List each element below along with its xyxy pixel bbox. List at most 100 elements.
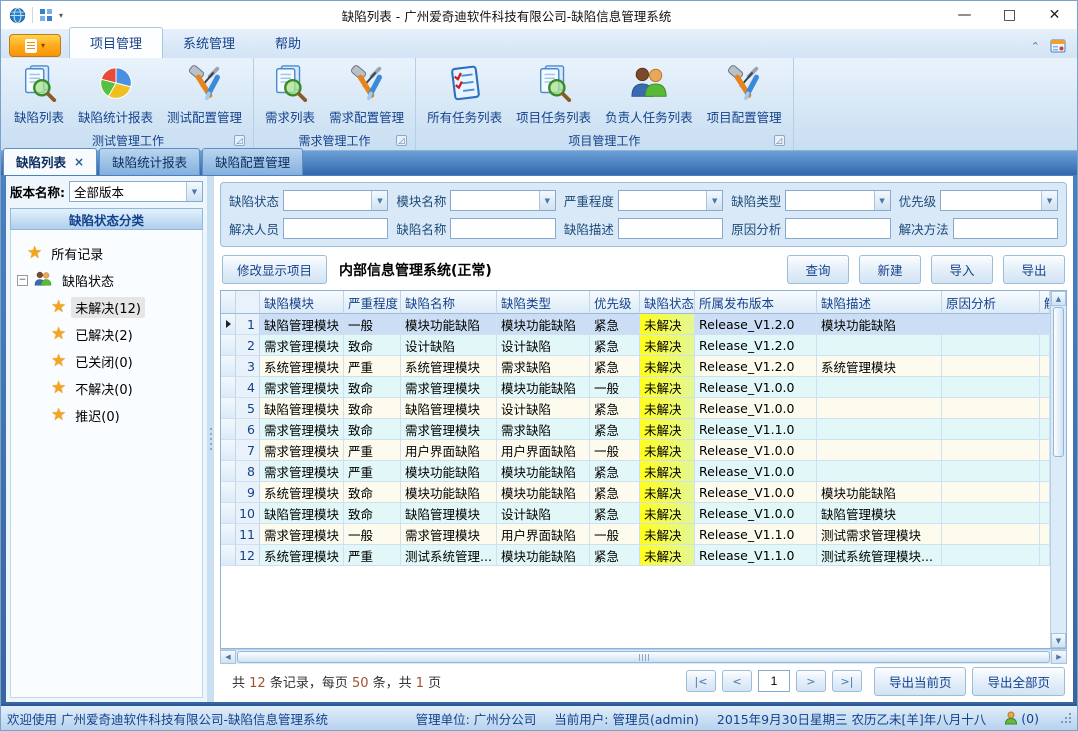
table-cell[interactable]: 需求缺陷 xyxy=(497,419,590,440)
defect-status-cell[interactable]: 未解决 xyxy=(640,335,695,356)
filter-text-input[interactable] xyxy=(451,191,538,210)
table-cell[interactable] xyxy=(817,461,942,482)
table-cell[interactable]: Release_V1.1.0 xyxy=(695,419,817,440)
row-selector-cell[interactable] xyxy=(221,440,236,461)
ribbon-collapse-icon[interactable]: ⌃ xyxy=(1031,40,1040,53)
table-cell[interactable]: 致命 xyxy=(344,335,401,356)
quick-access-toolbar-icon[interactable] xyxy=(39,8,53,22)
table-cell[interactable] xyxy=(1040,314,1050,335)
last-page-button[interactable]: >| xyxy=(832,670,862,692)
scroll-right-icon[interactable]: ▶ xyxy=(1051,650,1067,664)
table-cell[interactable]: 系统管理模块 xyxy=(401,356,497,377)
defect-status-cell[interactable]: 未解决 xyxy=(640,398,695,419)
table-cell[interactable] xyxy=(942,419,1040,440)
chevron-down-icon[interactable]: ▼ xyxy=(874,191,890,210)
table-cell[interactable] xyxy=(1040,440,1050,461)
table-cell[interactable] xyxy=(817,398,942,419)
tree-node[interactable]: ★所有记录 xyxy=(27,240,200,267)
defect-status-cell[interactable]: 未解决 xyxy=(640,377,695,398)
filter-input[interactable]: ▼ xyxy=(283,190,388,211)
table-cell[interactable] xyxy=(942,545,1040,566)
defect-status-cell[interactable]: 未解决 xyxy=(640,503,695,524)
table-cell[interactable]: 致命 xyxy=(344,482,401,503)
table-cell[interactable]: 需求管理模块 xyxy=(260,440,344,461)
document-tab-1[interactable]: 缺陷列表× xyxy=(3,148,97,175)
chevron-down-icon[interactable]: ▼ xyxy=(1041,191,1057,210)
table-row[interactable]: 8需求管理模块严重模块功能缺陷模块功能缺陷紧急未解决Release_V1.0.0 xyxy=(221,461,1050,482)
table-cell[interactable]: 模块功能缺陷 xyxy=(497,461,590,482)
table-cell[interactable]: 需求管理模块 xyxy=(401,377,497,398)
table-cell[interactable]: 需求管理模块 xyxy=(401,419,497,440)
table-cell[interactable]: Release_V1.2.0 xyxy=(695,314,817,335)
row-selector-cell[interactable] xyxy=(221,314,236,335)
filter-input[interactable]: ▼ xyxy=(618,190,723,211)
table-cell[interactable]: 用户界面缺陷 xyxy=(497,440,590,461)
table-cell[interactable]: 缺陷管理模块 xyxy=(260,503,344,524)
table-cell[interactable]: 需求管理模块 xyxy=(260,377,344,398)
table-cell[interactable]: Release_V1.1.0 xyxy=(695,524,817,545)
dialog-launcher-icon[interactable]: ◿ xyxy=(774,135,785,146)
export-current-page-button[interactable]: 导出当前页 xyxy=(874,667,967,696)
chevron-down-icon[interactable]: ▼ xyxy=(706,191,722,210)
column-header[interactable]: 缺陷描述 xyxy=(817,291,942,314)
filter-text-input[interactable] xyxy=(451,219,554,238)
version-select[interactable]: 全部版本 ▼ xyxy=(69,181,203,202)
application-menu-button[interactable]: ▾ xyxy=(9,34,61,57)
export-button[interactable]: 导出 xyxy=(1003,255,1065,284)
table-cell[interactable]: 设计缺陷 xyxy=(497,398,590,419)
table-cell[interactable] xyxy=(817,440,942,461)
table-cell[interactable]: 系统管理模块 xyxy=(260,356,344,377)
table-cell[interactable]: 严重 xyxy=(344,545,401,566)
table-cell[interactable]: 致命 xyxy=(344,377,401,398)
table-cell[interactable]: 模块功能缺陷 xyxy=(497,545,590,566)
column-header[interactable]: 缺陷名称 xyxy=(401,291,497,314)
table-row[interactable]: 1缺陷管理模块一般模块功能缺陷模块功能缺陷紧急未解决Release_V1.2.0… xyxy=(221,314,1050,335)
filter-text-input[interactable] xyxy=(284,219,387,238)
table-cell[interactable]: 模块功能缺陷 xyxy=(497,314,590,335)
ribbon-button[interactable]: 测试配置管理 xyxy=(164,63,245,127)
table-cell[interactable]: 需求管理模块 xyxy=(260,335,344,356)
table-cell[interactable]: 系统管理模块 xyxy=(817,356,942,377)
table-cell[interactable]: 模块功能缺陷 xyxy=(401,461,497,482)
table-cell[interactable]: 模块功能缺陷 xyxy=(817,314,942,335)
table-cell[interactable] xyxy=(942,482,1040,503)
table-row[interactable]: 9系统管理模块致命模块功能缺陷模块功能缺陷紧急未解决Release_V1.0.0… xyxy=(221,482,1050,503)
filter-input[interactable] xyxy=(618,218,723,239)
vertical-scroll-thumb[interactable] xyxy=(1053,307,1064,457)
dialog-launcher-icon[interactable]: ◿ xyxy=(396,135,407,146)
table-cell[interactable] xyxy=(1040,545,1050,566)
maximize-button[interactable]: □ xyxy=(987,1,1032,29)
scroll-left-icon[interactable]: ◀ xyxy=(220,650,236,664)
table-cell[interactable]: Release_V1.2.0 xyxy=(695,335,817,356)
row-selector-cell[interactable] xyxy=(221,419,236,440)
row-selector-cell[interactable] xyxy=(221,356,236,377)
defect-status-cell[interactable]: 未解决 xyxy=(640,545,695,566)
tree-node[interactable]: ★已解决(2) xyxy=(51,321,200,348)
row-selector-cell[interactable] xyxy=(221,545,236,566)
row-selector-cell[interactable] xyxy=(221,398,236,419)
document-tab-3[interactable]: 缺陷配置管理 xyxy=(202,148,303,175)
close-tab-icon[interactable]: × xyxy=(74,155,84,169)
table-cell[interactable]: Release_V1.0.0 xyxy=(695,482,817,503)
table-cell[interactable] xyxy=(942,377,1040,398)
column-header[interactable]: 严重程度 xyxy=(344,291,401,314)
table-cell[interactable]: 模块功能缺陷 xyxy=(401,314,497,335)
row-selector-cell[interactable] xyxy=(221,377,236,398)
table-row[interactable]: 5缺陷管理模块致命缺陷管理模块设计缺陷紧急未解决Release_V1.0.0 xyxy=(221,398,1050,419)
table-cell[interactable] xyxy=(942,335,1040,356)
table-cell[interactable]: 一般 xyxy=(590,440,640,461)
defect-status-cell[interactable]: 未解决 xyxy=(640,461,695,482)
table-cell[interactable]: 需求缺陷 xyxy=(497,356,590,377)
ribbon-button[interactable]: 需求列表 xyxy=(262,63,318,127)
modify-display-items-button[interactable]: 修改显示项目 xyxy=(222,255,327,284)
horizontal-scroll-thumb[interactable] xyxy=(237,651,1050,663)
query-button[interactable]: 查询 xyxy=(787,255,849,284)
table-cell[interactable]: 紧急 xyxy=(590,482,640,503)
table-cell[interactable] xyxy=(942,524,1040,545)
filter-text-input[interactable] xyxy=(619,191,706,210)
table-cell[interactable]: 紧急 xyxy=(590,398,640,419)
table-cell[interactable]: 致命 xyxy=(344,503,401,524)
table-cell[interactable]: 紧急 xyxy=(590,356,640,377)
table-cell[interactable]: 紧急 xyxy=(590,503,640,524)
column-header[interactable]: 缺陷模块 xyxy=(260,291,344,314)
